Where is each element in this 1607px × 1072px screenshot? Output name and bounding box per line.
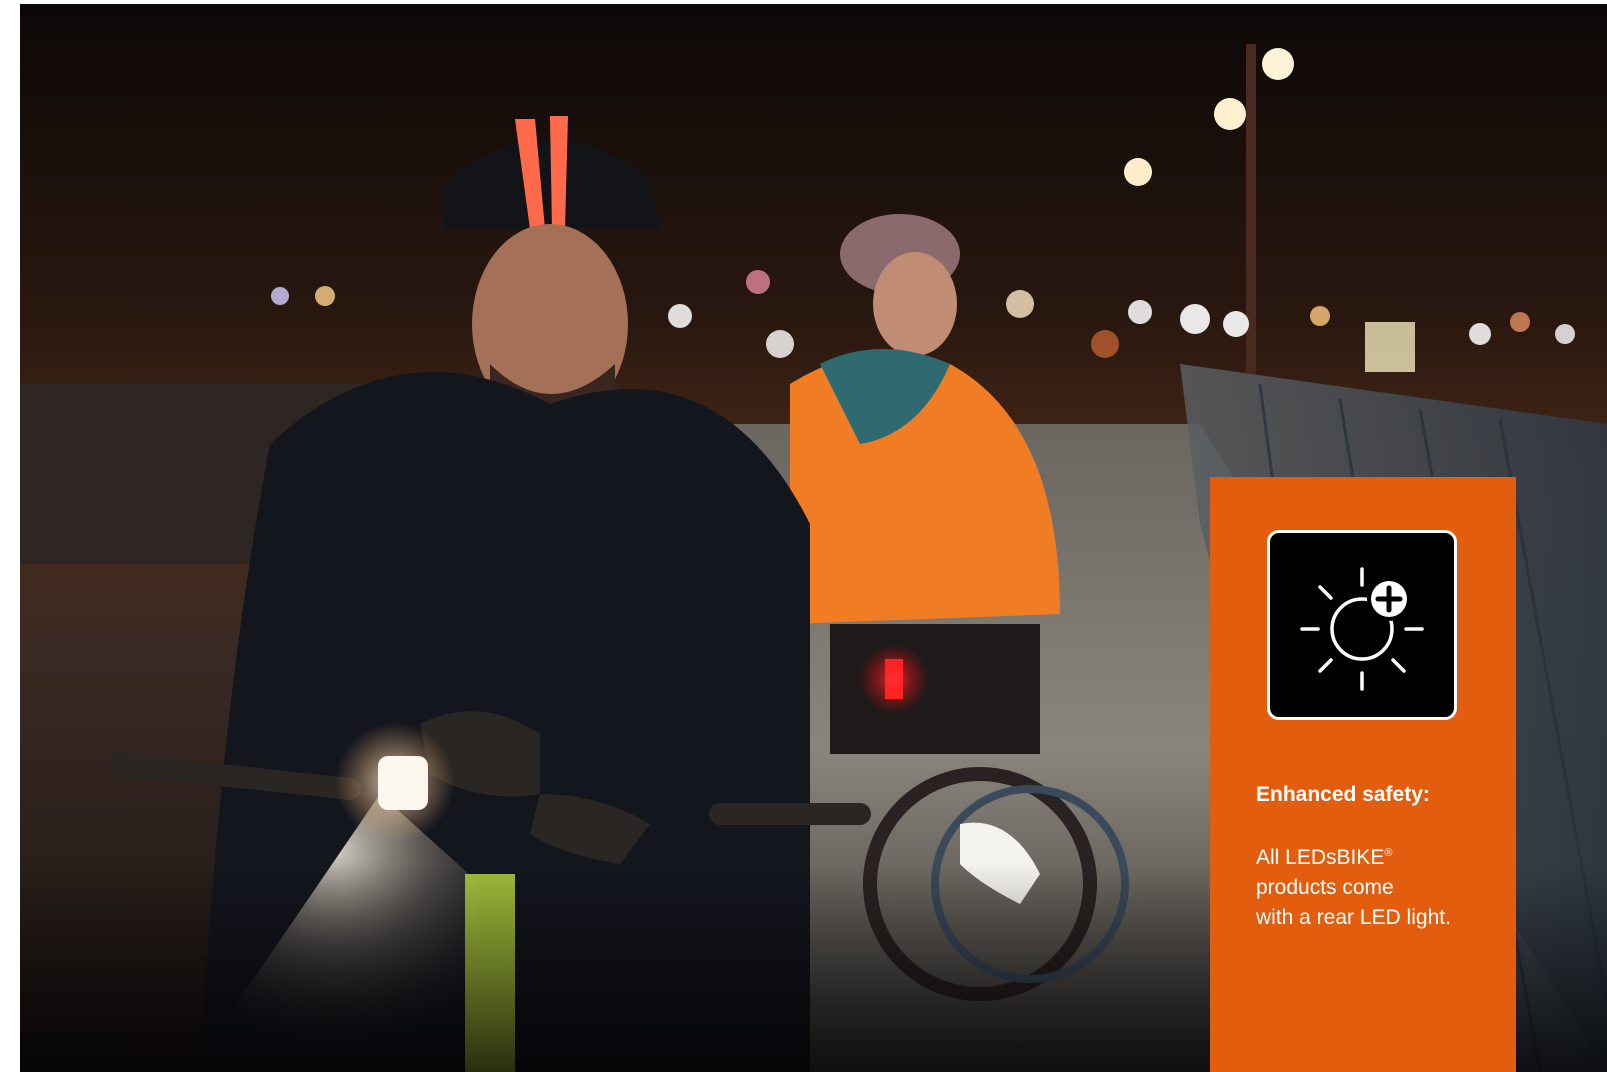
registered-mark: ®	[1384, 847, 1393, 859]
body-line-3: with a rear LED light.	[1256, 906, 1451, 929]
sun-plus-icon	[1267, 530, 1457, 720]
safety-info-panel: Enhanced safety: All LEDsBIKE® products …	[1210, 477, 1516, 1072]
panel-body-text: All LEDsBIKE® products come with a rear …	[1256, 843, 1508, 933]
body-line-2: products come	[1256, 876, 1394, 899]
page: Enhanced safety: All LEDsBIKE® products …	[0, 0, 1607, 1072]
body-line-1: All LEDsBIKE®	[1256, 846, 1393, 869]
panel-heading: Enhanced safety:	[1256, 783, 1430, 806]
